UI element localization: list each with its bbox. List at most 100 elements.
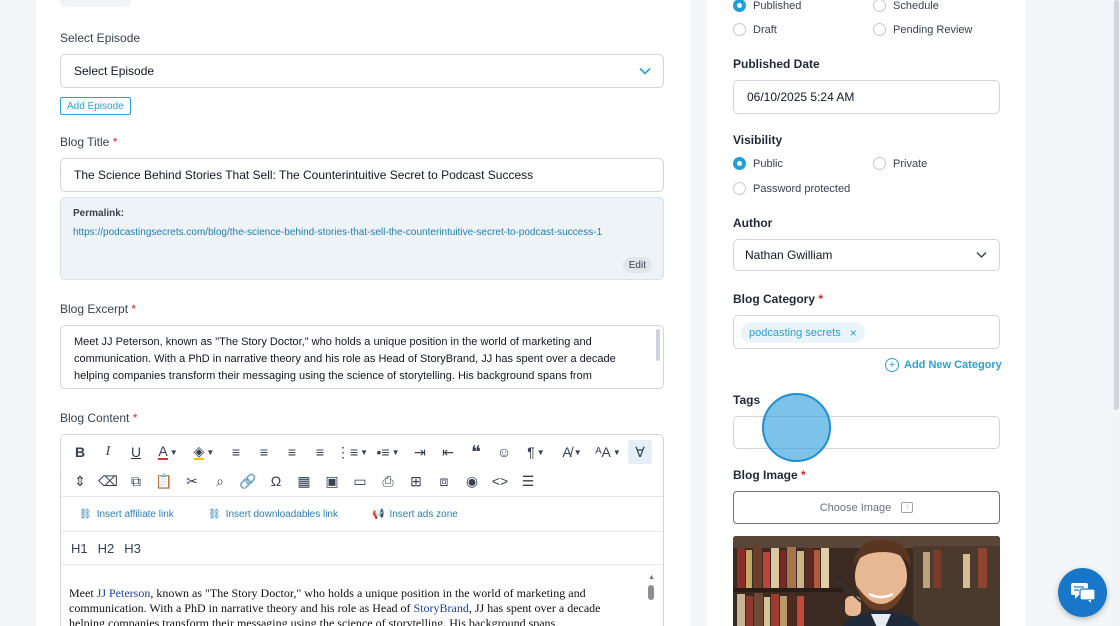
- status-draft-radio[interactable]: Draft: [733, 23, 777, 36]
- content-link-storybrand[interactable]: StoryBrand: [414, 601, 469, 615]
- upload-icon: ↑: [901, 502, 914, 513]
- image-icon[interactable]: ▣: [320, 469, 344, 493]
- choose-image-button[interactable]: Choose Image ↑: [733, 491, 1000, 524]
- megaphone-icon: 📢: [372, 509, 385, 520]
- link-icon[interactable]: 🔗: [236, 469, 260, 493]
- status-schedule-label: Schedule: [893, 0, 939, 12]
- blog-content-label: Blog Content *: [60, 411, 137, 425]
- blog-image-preview: [733, 536, 1000, 626]
- radio-unchecked-icon: [873, 23, 886, 36]
- h3-button[interactable]: H3: [124, 541, 141, 556]
- blog-category-label: Blog Category *: [733, 292, 823, 306]
- font-size-icon[interactable]: ᴬA ▼: [592, 440, 624, 464]
- permalink-box: Permalink: https://podcastingsecrets.com…: [60, 197, 664, 280]
- category-chip-label: podcasting secrets: [749, 326, 841, 339]
- blog-category-label-text: Blog Category: [733, 292, 816, 306]
- editor-scrollbar-thumb[interactable]: [648, 585, 654, 600]
- select-episode-label: Select Episode: [60, 31, 141, 45]
- permalink-edit-button[interactable]: Edit: [622, 257, 652, 273]
- paragraph-style-icon[interactable]: A̸ ▼: [556, 440, 588, 464]
- table-icon[interactable]: ▦: [292, 469, 316, 493]
- insert-downloadables-label: Insert downloadables link: [225, 509, 338, 520]
- cut-icon[interactable]: ✂: [180, 469, 204, 493]
- plus-circle-icon: +: [885, 358, 899, 372]
- radio-unchecked-icon: [873, 157, 886, 170]
- author-value: Nathan Gwilliam: [745, 248, 833, 262]
- add-new-category-label: Add New Category: [904, 359, 1002, 371]
- select-episode-dropdown[interactable]: Select Episode: [60, 54, 664, 88]
- category-chip: podcasting secrets ×: [741, 322, 865, 343]
- text-color-icon[interactable]: A ▼: [152, 440, 184, 464]
- insert-downloadables-link[interactable]: ⛓ Insert downloadables link: [208, 509, 338, 520]
- underline-icon[interactable]: U: [124, 440, 148, 464]
- select-all-icon[interactable]: ☰: [516, 469, 540, 493]
- editor-scroll-up-arrow[interactable]: ▲: [648, 574, 655, 581]
- published-date-input[interactable]: 06/10/2025 5:24 AM: [733, 80, 1000, 114]
- visibility-password-radio[interactable]: Password protected: [733, 182, 850, 195]
- blog-excerpt-textarea[interactable]: Meet JJ Peterson, known as "The Story Do…: [60, 325, 664, 389]
- emoji-icon[interactable]: ☺: [492, 440, 516, 464]
- radio-checked-icon: [733, 157, 746, 170]
- author-select[interactable]: Nathan Gwilliam: [733, 239, 1000, 271]
- blog-excerpt-label: Blog Excerpt *: [60, 302, 136, 316]
- code-view-icon[interactable]: <>: [488, 469, 512, 493]
- page-scrollbar-thumb[interactable]: [1114, 0, 1119, 410]
- align-left-icon[interactable]: ≡: [224, 440, 248, 464]
- permalink-url[interactable]: https://podcastingsecrets.com/blog/the-s…: [73, 224, 633, 242]
- align-justify-icon[interactable]: ≡: [308, 440, 332, 464]
- add-episode-button[interactable]: Add Episode: [60, 97, 131, 115]
- blog-excerpt-value: Meet JJ Peterson, known as "The Story Do…: [74, 336, 616, 388]
- chevron-down-icon: [639, 67, 651, 75]
- bold-icon[interactable]: B: [68, 440, 92, 464]
- align-center-icon[interactable]: ≡: [252, 440, 276, 464]
- align-right-icon[interactable]: ≡: [280, 440, 304, 464]
- eraser-icon[interactable]: ⌫: [96, 469, 120, 493]
- insert-ads-zone[interactable]: 📢 Insert ads zone: [372, 509, 458, 520]
- heading-buttons-row: H1 H2 H3: [61, 533, 663, 565]
- chat-widget-button[interactable]: [1058, 568, 1107, 617]
- italic-icon[interactable]: I: [96, 440, 120, 464]
- layout-icon[interactable]: ⊞: [404, 469, 428, 493]
- h1-button[interactable]: H1: [71, 541, 88, 556]
- insert-affiliate-link[interactable]: ⛓ Insert affiliate link: [79, 509, 174, 520]
- published-date-label: Published Date: [733, 57, 820, 71]
- radio-unchecked-icon: [733, 23, 746, 36]
- outdent-icon[interactable]: ⇤: [436, 440, 460, 464]
- special-character-icon[interactable]: Ω: [264, 469, 288, 493]
- status-schedule-radio[interactable]: Schedule: [873, 0, 939, 12]
- blog-title-input[interactable]: The Science Behind Stories That Sell: Th…: [60, 158, 664, 192]
- file-icon[interactable]: ⎙: [376, 469, 400, 493]
- paragraph-format-icon[interactable]: ¶ ▼: [520, 440, 552, 464]
- page-scrollbar[interactable]: [1112, 0, 1120, 626]
- status-pending-radio[interactable]: Pending Review: [873, 23, 973, 36]
- unordered-list-icon[interactable]: •≡ ▼: [372, 440, 404, 464]
- blockquote-icon[interactable]: ❝: [464, 440, 488, 464]
- h2-button[interactable]: H2: [98, 541, 115, 556]
- preview-icon[interactable]: ◉: [460, 469, 484, 493]
- clear-formatting-icon[interactable]: Ɐ: [628, 440, 652, 464]
- status-published-radio[interactable]: Published: [733, 0, 801, 12]
- paste-icon[interactable]: 📋: [152, 469, 176, 493]
- visibility-public-radio[interactable]: Public: [733, 157, 783, 170]
- chevron-down-icon: [976, 252, 987, 258]
- embed-icon[interactable]: ⧈: [432, 469, 456, 493]
- ordered-list-icon[interactable]: ⋮≡ ▼: [336, 440, 368, 464]
- chat-icon: [1070, 582, 1096, 603]
- tags-label: Tags: [733, 393, 761, 407]
- top-tab-stub[interactable]: [60, 0, 131, 7]
- click-indicator: [762, 393, 831, 462]
- blog-title-label-text: Blog Title: [60, 135, 110, 149]
- line-height-icon[interactable]: ⇕: [68, 469, 92, 493]
- video-icon[interactable]: ▭: [348, 469, 372, 493]
- content-link-jj-peterson[interactable]: JJ Peterson: [97, 586, 151, 600]
- close-icon[interactable]: ×: [850, 326, 857, 340]
- editor-content[interactable]: Meet JJ Peterson, known as "The Story Do…: [69, 586, 639, 626]
- visibility-private-radio[interactable]: Private: [873, 157, 927, 170]
- search-icon[interactable]: ⌕: [208, 469, 232, 493]
- add-new-category-button[interactable]: + Add New Category: [885, 358, 1002, 372]
- excerpt-scrollbar[interactable]: [656, 329, 660, 361]
- indent-icon[interactable]: ⇥: [408, 440, 432, 464]
- highlight-color-icon[interactable]: ◈ ▼: [188, 440, 220, 464]
- copy-icon[interactable]: ⧉: [124, 469, 148, 493]
- permalink-label: Permalink:: [73, 208, 125, 219]
